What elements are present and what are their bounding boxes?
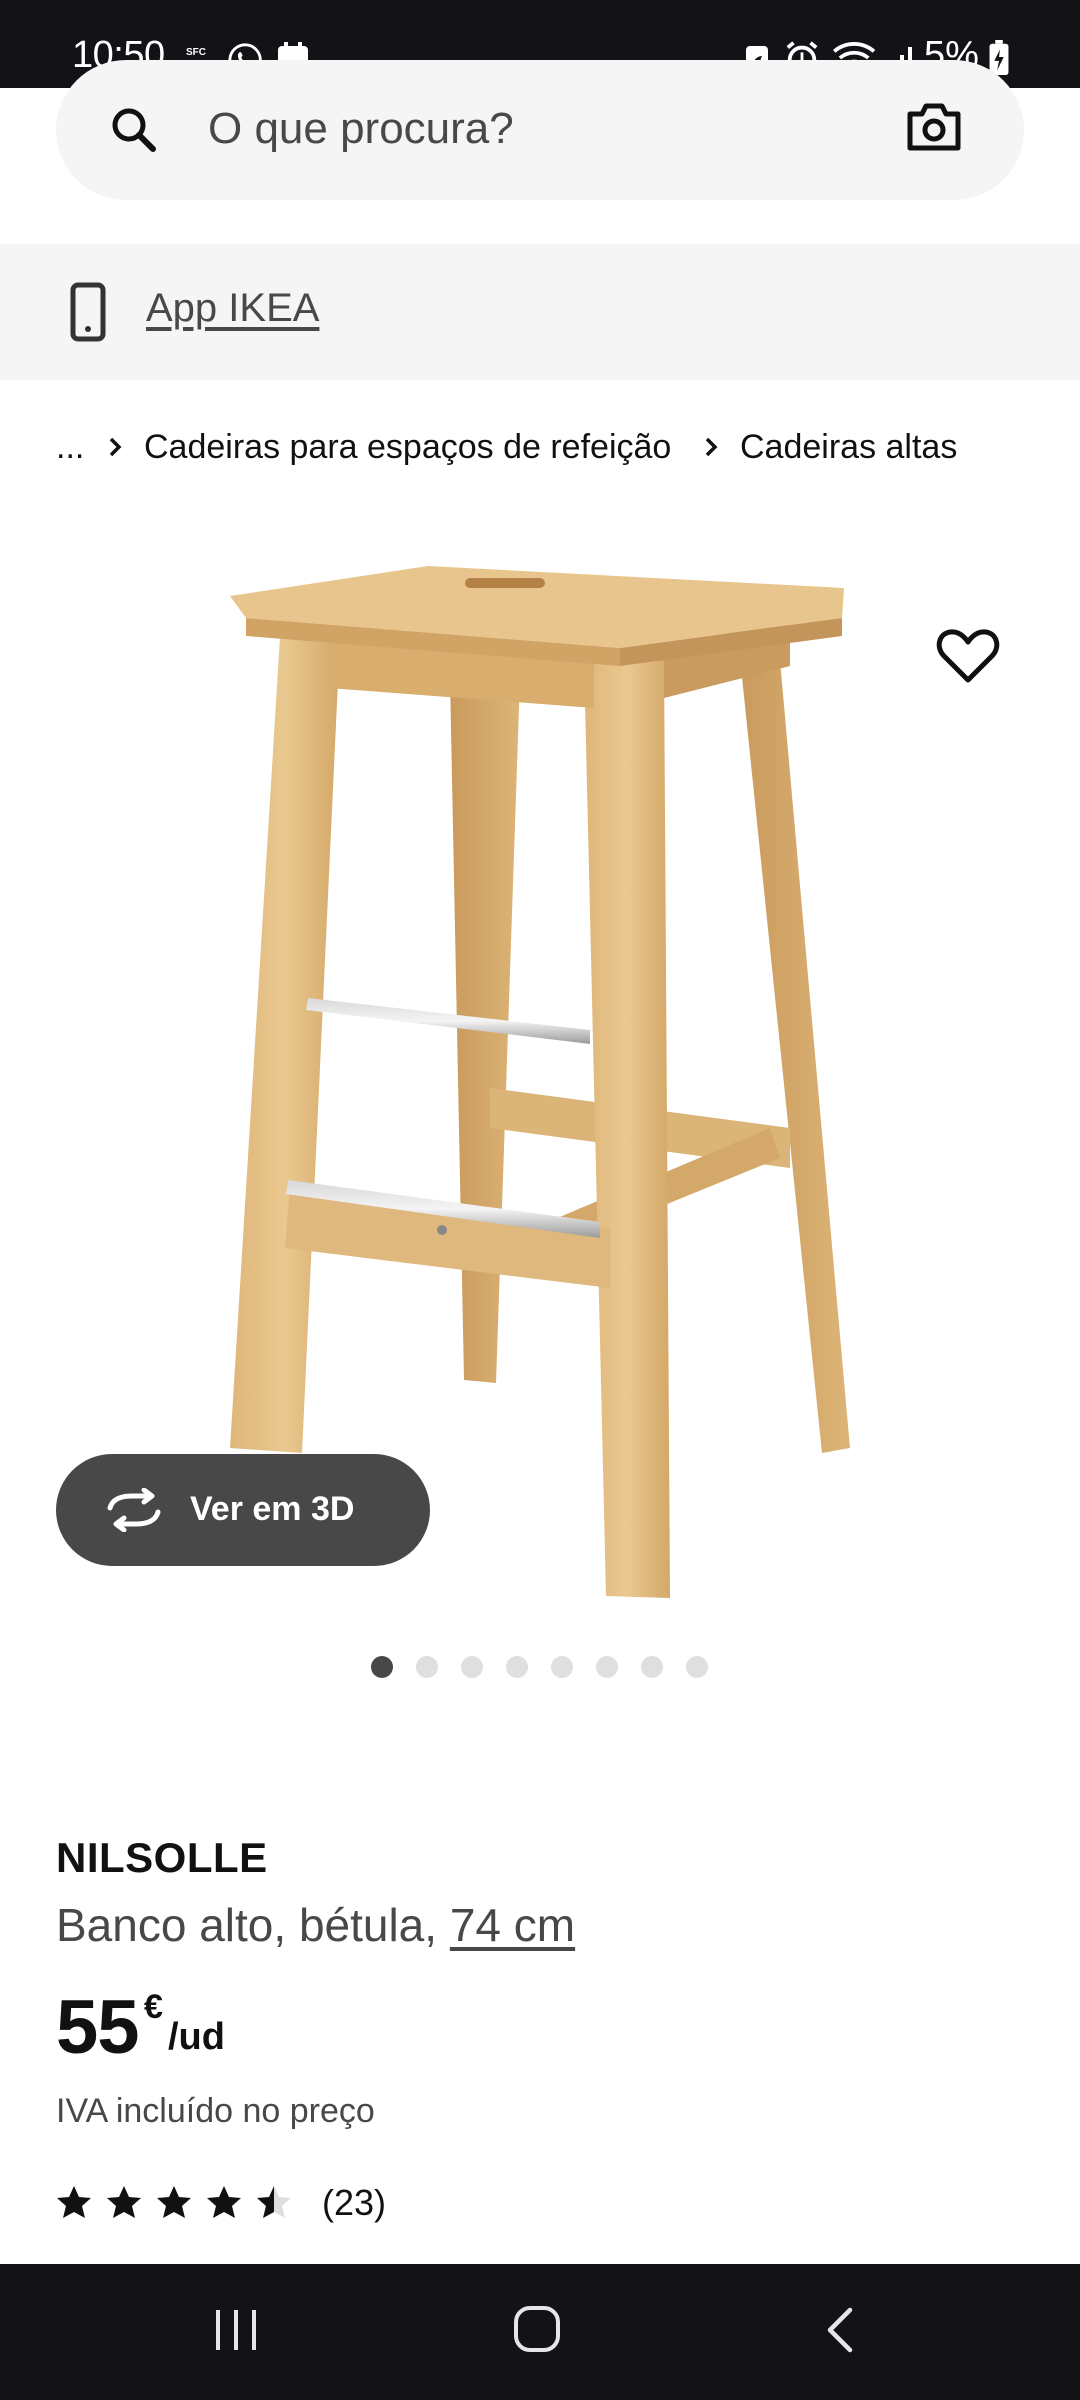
carousel-dot[interactable] xyxy=(461,1656,483,1678)
favorite-heart-icon[interactable] xyxy=(936,626,1000,686)
view-in-3d-label[interactable]: Ver em 3D xyxy=(190,1490,354,1529)
chevron-right-icon xyxy=(705,437,718,457)
search-bar[interactable] xyxy=(56,60,1024,200)
back-icon[interactable] xyxy=(822,2306,858,2354)
app-ikea-link[interactable]: App IKEA xyxy=(146,286,319,331)
carousel-dot[interactable] xyxy=(551,1656,573,1678)
product-description-text: Banco alto, bétula, xyxy=(56,1899,438,1951)
carousel-dot[interactable] xyxy=(416,1656,438,1678)
star-half-icon xyxy=(257,2186,291,2218)
recent-apps-icon[interactable] xyxy=(210,2308,264,2352)
product-size-link[interactable]: 74 cm xyxy=(450,1899,575,1951)
phone-icon xyxy=(70,282,106,342)
breadcrumb-item-dining-chairs[interactable]: Cadeiras para espaços de refeição xyxy=(144,428,671,467)
product-name: NILSOLLE xyxy=(56,1834,268,1881)
home-icon[interactable] xyxy=(512,2304,562,2354)
search-input[interactable]: O que procura? xyxy=(208,104,514,154)
rating-stars[interactable] xyxy=(56,2184,306,2224)
product-image-stool[interactable] xyxy=(210,548,870,1608)
star-full-icon xyxy=(57,2186,91,2218)
breadcrumb-ellipsis[interactable]: ... xyxy=(56,428,84,467)
carousel-dot[interactable] xyxy=(686,1656,708,1678)
carousel-dot-active[interactable] xyxy=(371,1656,393,1678)
breadcrumb-item-bar-stools[interactable]: Cadeiras altas xyxy=(740,428,957,467)
star-full-icon xyxy=(157,2186,191,2218)
price-value: 55 xyxy=(56,1985,140,2070)
rotate-3d-icon xyxy=(107,1488,161,1532)
search-icon[interactable] xyxy=(108,104,160,156)
carousel-dot[interactable] xyxy=(506,1656,528,1678)
rating-count[interactable]: (23) xyxy=(322,2182,386,2224)
svg-text:SFC: SFC xyxy=(186,47,206,58)
chevron-right-icon xyxy=(109,437,122,457)
camera-icon[interactable] xyxy=(906,102,962,152)
price-unit: /ud xyxy=(168,2016,225,2058)
star-full-icon xyxy=(107,2186,141,2218)
carousel-dot[interactable] xyxy=(596,1656,618,1678)
vat-note: IVA incluído no preço xyxy=(56,2092,375,2130)
product-description: Banco alto, bétula, 74 cm xyxy=(56,1898,575,1952)
carousel-dot[interactable] xyxy=(641,1656,663,1678)
star-full-icon xyxy=(207,2186,241,2218)
price-currency: € xyxy=(144,1988,163,2026)
